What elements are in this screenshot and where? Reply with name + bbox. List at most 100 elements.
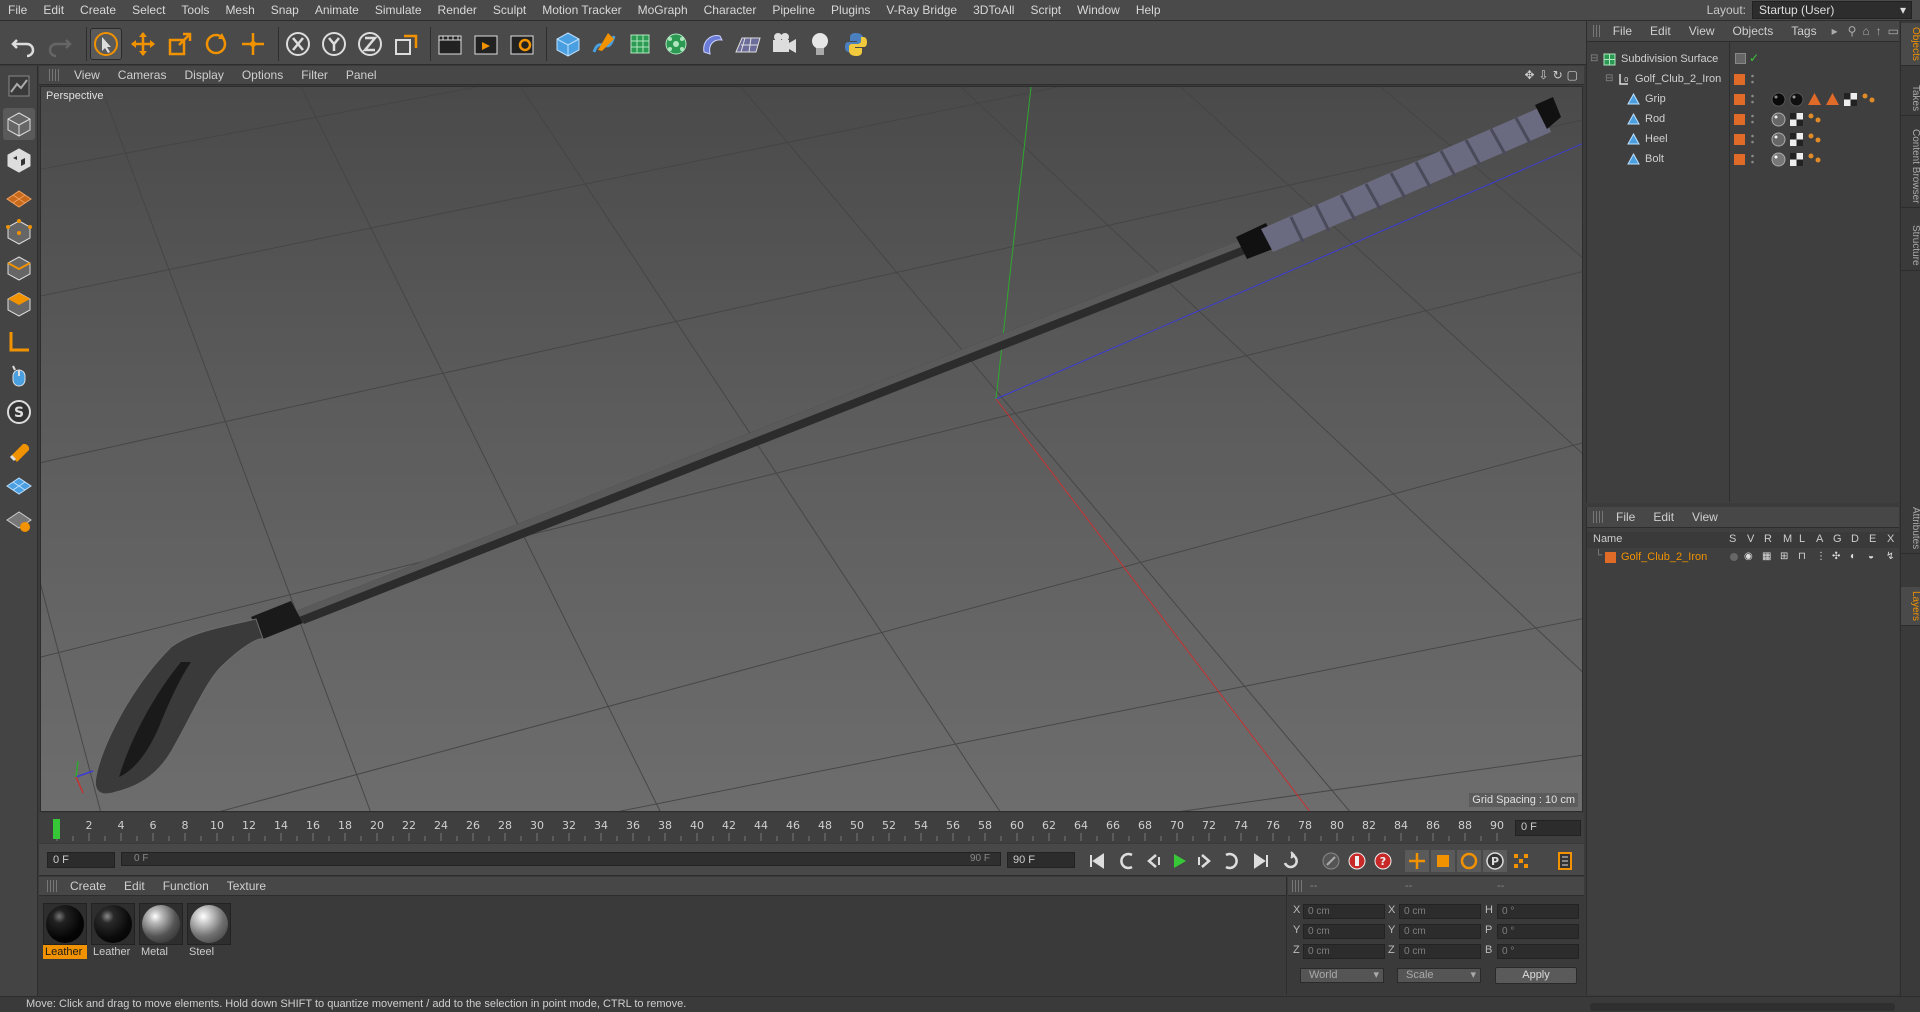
make-editable-icon[interactable]: [3, 70, 35, 102]
dolly-icon[interactable]: ⇩: [1539, 68, 1549, 82]
objects-menu-objects[interactable]: Objects: [1724, 24, 1783, 38]
xref-icon[interactable]: ↯: [1886, 551, 1894, 562]
key-parameter-icon[interactable]: P: [1483, 850, 1507, 872]
collapse-toggle-icon[interactable]: ⊟: [1605, 73, 1613, 84]
viewport-menu-cameras[interactable]: Cameras: [109, 68, 176, 82]
select-pointer-icon[interactable]: [90, 28, 122, 60]
grip-handle-icon[interactable]: [47, 880, 57, 892]
menu-mesh[interactable]: Mesh: [217, 3, 262, 17]
loop-icon[interactable]: [1279, 850, 1303, 872]
material-swatch-leather-2[interactable]: Leather: [91, 903, 135, 961]
generator-icon[interactable]: ✣: [1832, 551, 1840, 562]
model-mode-icon[interactable]: [3, 108, 35, 140]
python-icon[interactable]: [840, 28, 872, 60]
transform-tool-icon[interactable]: [237, 28, 269, 60]
tab-structure[interactable]: Structure: [1901, 221, 1920, 271]
menu-character[interactable]: Character: [696, 3, 765, 17]
position-y-field[interactable]: 0 cm: [1303, 924, 1385, 939]
menu-file[interactable]: File: [0, 3, 35, 17]
tab-objects[interactable]: Objects: [1901, 23, 1920, 66]
render-settings-icon[interactable]: [506, 28, 538, 60]
x-axis-lock-icon[interactable]: [282, 28, 314, 60]
objects-menu-file[interactable]: File: [1604, 24, 1641, 38]
menu-animate[interactable]: Animate: [307, 3, 367, 17]
visibility-dots-icon[interactable]: [1751, 93, 1754, 105]
go-to-end-icon[interactable]: [1249, 850, 1273, 872]
layer-color-swatch[interactable]: [1605, 552, 1616, 563]
rotate-tool-icon[interactable]: [200, 28, 232, 60]
menu-window[interactable]: Window: [1069, 3, 1128, 17]
floor-object-icon[interactable]: [732, 28, 764, 60]
pen-spline-icon[interactable]: [588, 28, 620, 60]
record-keys-icon[interactable]: [1345, 850, 1369, 872]
layer-col-animation[interactable]: A: [1816, 533, 1823, 545]
edges-mode-icon[interactable]: [3, 252, 35, 284]
previous-key-icon[interactable]: [1115, 850, 1139, 872]
layer-slot-icon[interactable]: [1735, 53, 1746, 64]
viewport-menu-panel[interactable]: Panel: [337, 68, 386, 82]
material-menu-function[interactable]: Function: [154, 879, 218, 893]
object-row-subdivision-surface[interactable]: ⊟ Subdivision Surface ✓: [1587, 50, 1900, 70]
object-row-grip[interactable]: Grip: [1587, 90, 1900, 110]
deformer-icon[interactable]: ◐: [1850, 551, 1856, 562]
uvw-tag-icon[interactable]: [1843, 92, 1858, 107]
chevron-right-icon[interactable]: ▸: [1832, 24, 1838, 38]
size-x-field[interactable]: 0 cm: [1399, 904, 1481, 919]
menu-render[interactable]: Render: [430, 3, 485, 17]
rotation-p-field[interactable]: 0 °: [1497, 924, 1579, 939]
material-menu-create[interactable]: Create: [61, 879, 115, 893]
layer-row[interactable]: └ Golf_Club_2_Iron ◉ ▦ ⊞ ⊓ ⋮ ✣ ◐ ◒ ↯: [1587, 549, 1900, 567]
object-row-heel[interactable]: Heel: [1587, 130, 1900, 150]
frame-range-slider[interactable]: 0 F 90 F: [121, 852, 1001, 866]
polygons-mode-icon[interactable]: [3, 288, 35, 320]
scale-tool-icon[interactable]: [164, 28, 196, 60]
light-icon[interactable]: [804, 28, 836, 60]
menu-pipeline[interactable]: Pipeline: [764, 3, 823, 17]
end-frame-field[interactable]: 90 F: [1007, 852, 1075, 868]
menu-motion-tracker[interactable]: Motion Tracker: [534, 3, 629, 17]
warning-tag-icon[interactable]: [1825, 92, 1840, 107]
menu-tools[interactable]: Tools: [173, 3, 217, 17]
autokey-icon[interactable]: ?: [1371, 850, 1395, 872]
tab-takes[interactable]: Takes: [1901, 81, 1920, 117]
apply-button[interactable]: Apply: [1495, 967, 1577, 984]
layer-col-deformers[interactable]: D: [1851, 533, 1859, 545]
render-view-icon[interactable]: [434, 28, 466, 60]
position-z-field[interactable]: 0 cm: [1303, 944, 1385, 959]
layer-col-expressions[interactable]: E: [1869, 533, 1876, 545]
y-axis-lock-icon[interactable]: [318, 28, 350, 60]
timeline-ruler[interactable]: 0246810121416182022242628303234363840424…: [39, 813, 1584, 843]
animation-icon[interactable]: ⋮: [1816, 551, 1826, 562]
size-z-field[interactable]: 0 cm: [1399, 944, 1481, 959]
objects-menu-view[interactable]: View: [1680, 24, 1724, 38]
cube-object-icon[interactable]: [552, 28, 584, 60]
layers-menu-view[interactable]: View: [1683, 510, 1727, 524]
tab-layers[interactable]: Layers: [1901, 587, 1920, 627]
perspective-viewport[interactable]: Perspective Grid Spacing : 10 cm: [40, 86, 1583, 812]
material-menu-edit[interactable]: Edit: [115, 879, 154, 893]
visibility-dots-icon[interactable]: [1751, 153, 1754, 165]
pan-icon[interactable]: ✥: [1524, 68, 1534, 82]
viewport-menu-options[interactable]: Options: [233, 68, 292, 82]
layer-color-swatch[interactable]: [1734, 134, 1745, 145]
redo-icon[interactable]: [44, 28, 76, 60]
visibility-dots-icon[interactable]: [1751, 133, 1754, 145]
viewport-menu-display[interactable]: Display: [175, 68, 232, 82]
maximize-view-icon[interactable]: ▢: [1567, 68, 1578, 82]
move-tool-icon[interactable]: [127, 28, 159, 60]
camera-icon[interactable]: [768, 28, 800, 60]
material-tag-icon[interactable]: [1771, 92, 1786, 107]
layer-col-solo[interactable]: S: [1729, 533, 1736, 545]
layer-color-swatch[interactable]: [1734, 114, 1745, 125]
menu-mograph[interactable]: MoGraph: [630, 3, 696, 17]
search-icon[interactable]: ⚲: [1848, 24, 1857, 38]
tab-attributes[interactable]: Attributes: [1901, 503, 1920, 555]
menu-plugins[interactable]: Plugins: [823, 3, 878, 17]
previous-frame-icon[interactable]: [1141, 850, 1165, 872]
snap-icon[interactable]: S: [3, 396, 35, 428]
key-pla-icon[interactable]: [1509, 850, 1533, 872]
layer-col-view[interactable]: V: [1747, 533, 1754, 545]
material-menu-texture[interactable]: Texture: [218, 879, 275, 893]
eye-icon[interactable]: ◉: [1744, 551, 1753, 562]
phong-tag-icon[interactable]: [1807, 152, 1822, 167]
